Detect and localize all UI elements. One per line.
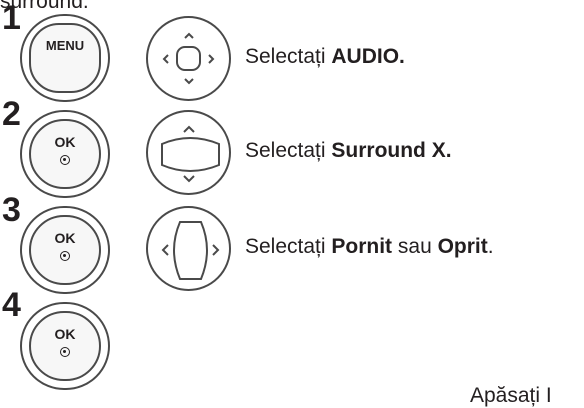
ok-button-label: OK bbox=[54, 134, 76, 150]
step-number-1: 1 bbox=[2, 0, 21, 37]
menu-button-label: MENU bbox=[45, 38, 85, 53]
menu-button-icon: MENU bbox=[20, 14, 110, 102]
nav-updown-icon bbox=[146, 110, 231, 195]
step-number-3: 3 bbox=[2, 191, 21, 229]
step-number-4: 4 bbox=[2, 286, 21, 324]
nav-leftright-icon bbox=[146, 206, 231, 291]
ok-button-icon: OK bbox=[20, 302, 110, 390]
ok-button-icon: OK bbox=[20, 206, 110, 294]
step-number-2: 2 bbox=[2, 95, 21, 133]
ok-button-icon: OK bbox=[20, 110, 110, 198]
ok-button-label: OK bbox=[54, 326, 76, 342]
step-1-instruction: Selectați AUDIO. bbox=[245, 45, 405, 68]
step-3-instruction: Selectați Pornit sau Oprit. bbox=[245, 235, 494, 258]
ok-button-label: OK bbox=[54, 230, 76, 246]
step-2-instruction: Selectați Surround X. bbox=[245, 139, 452, 162]
nav-4way-icon bbox=[146, 16, 231, 101]
cutoff-text-bottom: Apăsați I bbox=[470, 384, 552, 407]
